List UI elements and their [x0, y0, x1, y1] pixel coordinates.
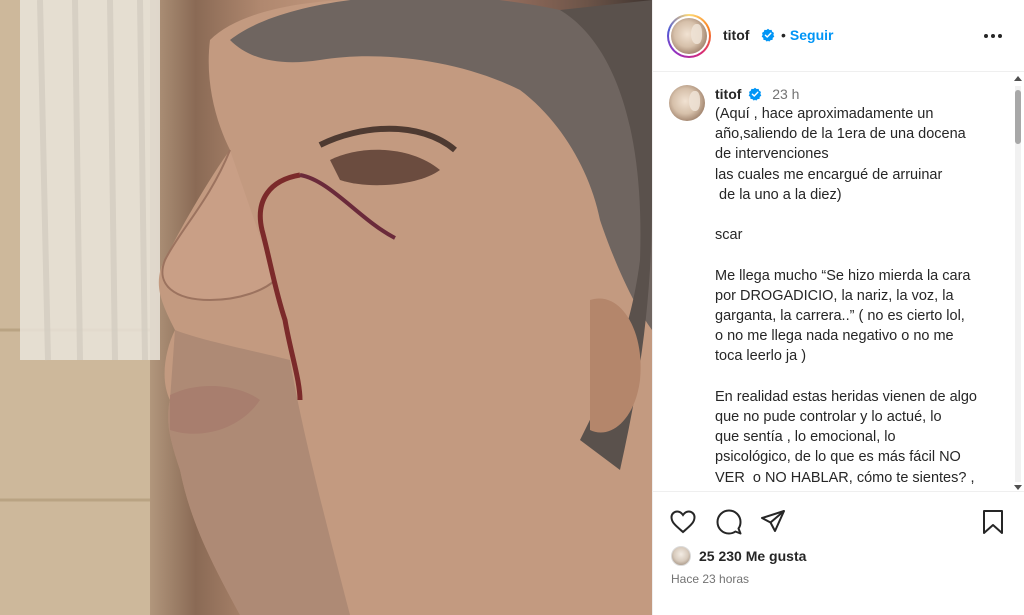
face-photo-illustration: [0, 0, 652, 615]
bookmark-icon[interactable]: [979, 508, 1007, 536]
post-time-ago[interactable]: Hace 23 horas: [671, 572, 749, 586]
post-side-panel: titof • Seguir titof 23 h (Aquí , hace ap…: [652, 0, 1024, 615]
caption-avatar[interactable]: [669, 85, 705, 121]
likes-text[interactable]: 25 230 Me gusta: [699, 548, 806, 564]
scroll-down-arrow-icon[interactable]: [1014, 485, 1022, 490]
caption-text: (Aquí , hace aproximadamente un año,sali…: [715, 106, 977, 491]
separator-dot: •: [781, 27, 786, 43]
heart-icon[interactable]: [669, 508, 697, 536]
caption-time[interactable]: 23 h: [772, 86, 799, 102]
caption-header: titof 23 h: [715, 86, 799, 102]
scroll-up-arrow-icon[interactable]: [1014, 76, 1022, 81]
verified-badge-icon: [749, 87, 762, 101]
post-photo: [0, 0, 652, 615]
caption-scrollbar[interactable]: [1012, 76, 1022, 490]
profile-avatar[interactable]: [667, 14, 711, 58]
post-actions: 25 230 Me gusta Hace 23 horas: [653, 491, 1024, 615]
comment-icon[interactable]: [715, 508, 743, 536]
follow-label: Seguir: [789, 27, 834, 43]
liker-avatar[interactable]: [671, 546, 691, 566]
username[interactable]: titof: [723, 27, 749, 43]
follow-button[interactable]: • Seguir: [781, 27, 833, 43]
scroll-thumb[interactable]: [1015, 90, 1021, 144]
post-header: titof • Seguir: [653, 0, 1024, 72]
more-horizontal-icon[interactable]: [981, 24, 1005, 48]
share-icon[interactable]: [759, 508, 787, 536]
caption-area: titof 23 h (Aquí , hace aproximadamente …: [653, 73, 1024, 491]
scroll-track[interactable]: [1015, 86, 1021, 482]
likes-count[interactable]: 25 230 Me gusta: [671, 546, 806, 566]
verified-badge-icon: [761, 28, 775, 42]
caption-username[interactable]: titof: [715, 86, 741, 102]
